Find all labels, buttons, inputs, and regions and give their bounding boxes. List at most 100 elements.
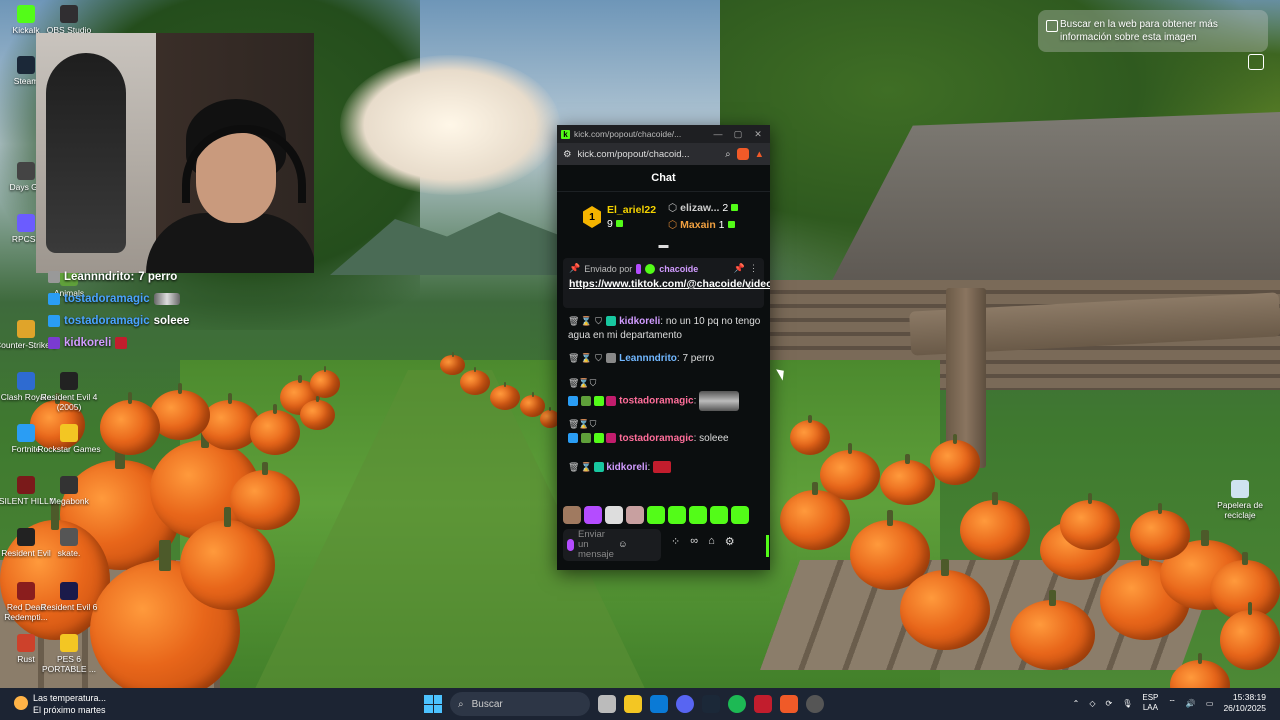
leaderboard-user[interactable]: El_ariel22 [607,203,656,217]
site-settings-icon[interactable]: ⚙ [563,149,572,160]
emote-icon[interactable] [584,506,602,524]
timeout-icon[interactable]: ⌛ [581,460,592,474]
emote-icon[interactable] [668,506,686,524]
brave-shields-icon[interactable] [736,148,749,160]
emote-icon[interactable] [710,506,728,524]
media-app-icon[interactable] [754,695,772,713]
delete-icon[interactable]: 🗑 [568,314,579,328]
discord-icon[interactable] [676,695,694,713]
wifi-icon[interactable]: ⌔ [1168,698,1176,708]
language-indicator[interactable]: ESP LAA [1142,693,1158,713]
badge-icon [48,271,60,283]
desktop-icon[interactable]: skate. [37,528,101,558]
weather-subline: El próximo martes [33,705,106,715]
emote-icon[interactable] [689,506,707,524]
rank-number: 1 [589,211,595,223]
pinned-user[interactable]: chacoide [659,264,698,274]
steam-icon[interactable] [702,695,720,713]
delete-icon[interactable]: 🗑 [568,417,579,431]
badge-icon [48,337,60,349]
mic-icon[interactable]: 🎙 [1122,699,1132,708]
emote-icon[interactable] [563,506,581,524]
emote-icon[interactable] [605,506,623,524]
chat-username[interactable]: Leannndrito [619,353,677,364]
chevron-down-icon[interactable]: ⌄ [745,280,753,291]
chat-message-input[interactable]: Enviar un mensaje ☺ [563,529,661,561]
minimize-button[interactable]: — [710,129,726,139]
brave-icon[interactable] [780,695,798,713]
bing-icon[interactable] [650,695,668,713]
community-icon[interactable]: ⁘ [671,535,680,548]
windows-start-icon[interactable] [424,695,442,713]
battery-icon[interactable]: ▭ [1206,699,1214,708]
maximize-button[interactable]: ▢ [730,129,746,140]
spotify-icon[interactable] [728,695,746,713]
emote-icon[interactable] [626,506,644,524]
emote-icon[interactable] [731,506,749,524]
taskbar-clock[interactable]: 15:38:19 26/10/2025 [1223,692,1266,714]
sync-icon[interactable]: ⟳ [1106,699,1113,708]
app-icon [17,162,35,180]
desktop-icon[interactable]: Rockstar Games [37,424,101,454]
shield-icon[interactable]: ⛉ [588,417,598,431]
shield-icon[interactable]: ⛉ [594,351,604,365]
leaderboard-second[interactable]: ⬡ elizaw... 2 [668,200,739,217]
desktop-icon[interactable]: Resident Evil 6 [37,582,101,612]
pin-icon[interactable]: 📌 [734,263,745,274]
shield-icon[interactable]: ⛉ [594,314,604,328]
obs-icon[interactable] [806,695,824,713]
desktop-icon[interactable]: Resident Evil 4 (2005) [37,372,101,412]
brave-rewards-icon[interactable]: ▲ [755,149,764,160]
subscriber-badge-icon [606,353,617,364]
scan-icon[interactable] [1248,54,1264,70]
desktop-icon-label: PES 6 PORTABLE ... [41,654,96,674]
chat-username[interactable]: kidkoreli [619,316,660,327]
settings-icon[interactable]: ⚙ [725,535,735,548]
lens-search-prompt[interactable]: Buscar en la web para obtener más inform… [1038,10,1268,52]
app-icon [17,56,35,74]
zoom-icon[interactable]: ⌕ [725,149,730,160]
shield-icon[interactable]: ⛉ [588,376,598,390]
delete-icon[interactable]: 🗑 [568,351,579,365]
delete-icon[interactable]: 🗑 [568,460,579,474]
chevron-up-icon[interactable]: ⌃ [1073,699,1080,708]
more-options-icon[interactable]: ⋮ [749,263,758,274]
leaderboard-user[interactable]: Maxain [680,219,716,231]
timeout-icon[interactable]: ⌛ [578,376,589,390]
search-icon: ⌕ [458,698,464,710]
pinned-link[interactable]: https://www.tiktok.com/@chacoide/video/7… [569,277,770,291]
emote-icon [115,337,128,349]
network-icon[interactable]: ◇ [1089,699,1095,708]
desktop-icon-recycle-bin[interactable]: Papelera de reciclaje [1208,480,1272,520]
emote-icon[interactable] [647,506,665,524]
chat-username[interactable]: tostadoramagic [619,433,693,444]
leaderboard-user[interactable]: elizaw... [680,202,719,214]
timeout-icon[interactable]: ⌛ [578,417,589,431]
delete-icon[interactable]: 🗑 [568,376,579,390]
volume-icon[interactable]: 🔊 [1186,699,1196,708]
chat-username[interactable]: tostadoramagic [619,396,693,407]
chat-username[interactable]: kidkoreli [606,462,647,473]
emote-picker-icon[interactable]: ☺ [618,540,628,550]
desktop-icon[interactable]: Megabonk [37,476,101,506]
window-title: kick.com/popout/chacoide/... [574,129,682,139]
chat-input-placeholder[interactable]: Enviar un mensaje [578,530,614,560]
address-bar[interactable]: ⚙ kick.com/popout/chacoid... ⌕ ▲ [557,143,770,165]
timeout-icon[interactable]: ⌛ [581,314,592,328]
scroll-down-icon[interactable]: ▬ [557,241,770,252]
taskbar-search[interactable]: ⌕ Buscar [450,692,590,716]
task-view-icon[interactable] [598,695,616,713]
leaderboard-first[interactable]: El_ariel22 9 [607,203,656,231]
store-icon[interactable]: ⌂ [708,535,715,548]
url-text[interactable]: kick.com/popout/chacoid... [578,149,720,160]
chat-message: 🗑 ⌛ kidkoreli: [568,460,762,475]
pumpkin [780,481,850,550]
leaderboard-third[interactable]: ⬡ Maxain 1 [668,217,738,234]
timeout-icon[interactable]: ⌛ [581,351,592,365]
infinity-icon[interactable]: ∞ [690,535,698,548]
desktop-icon[interactable]: PES 6 PORTABLE ... [37,634,101,674]
weather-widget[interactable]: Las temperatura... El próximo martes [14,692,106,716]
desktop-icon[interactable]: OBS Studio [37,5,101,35]
file-explorer-icon[interactable] [624,695,642,713]
close-button[interactable]: ✕ [750,129,766,140]
